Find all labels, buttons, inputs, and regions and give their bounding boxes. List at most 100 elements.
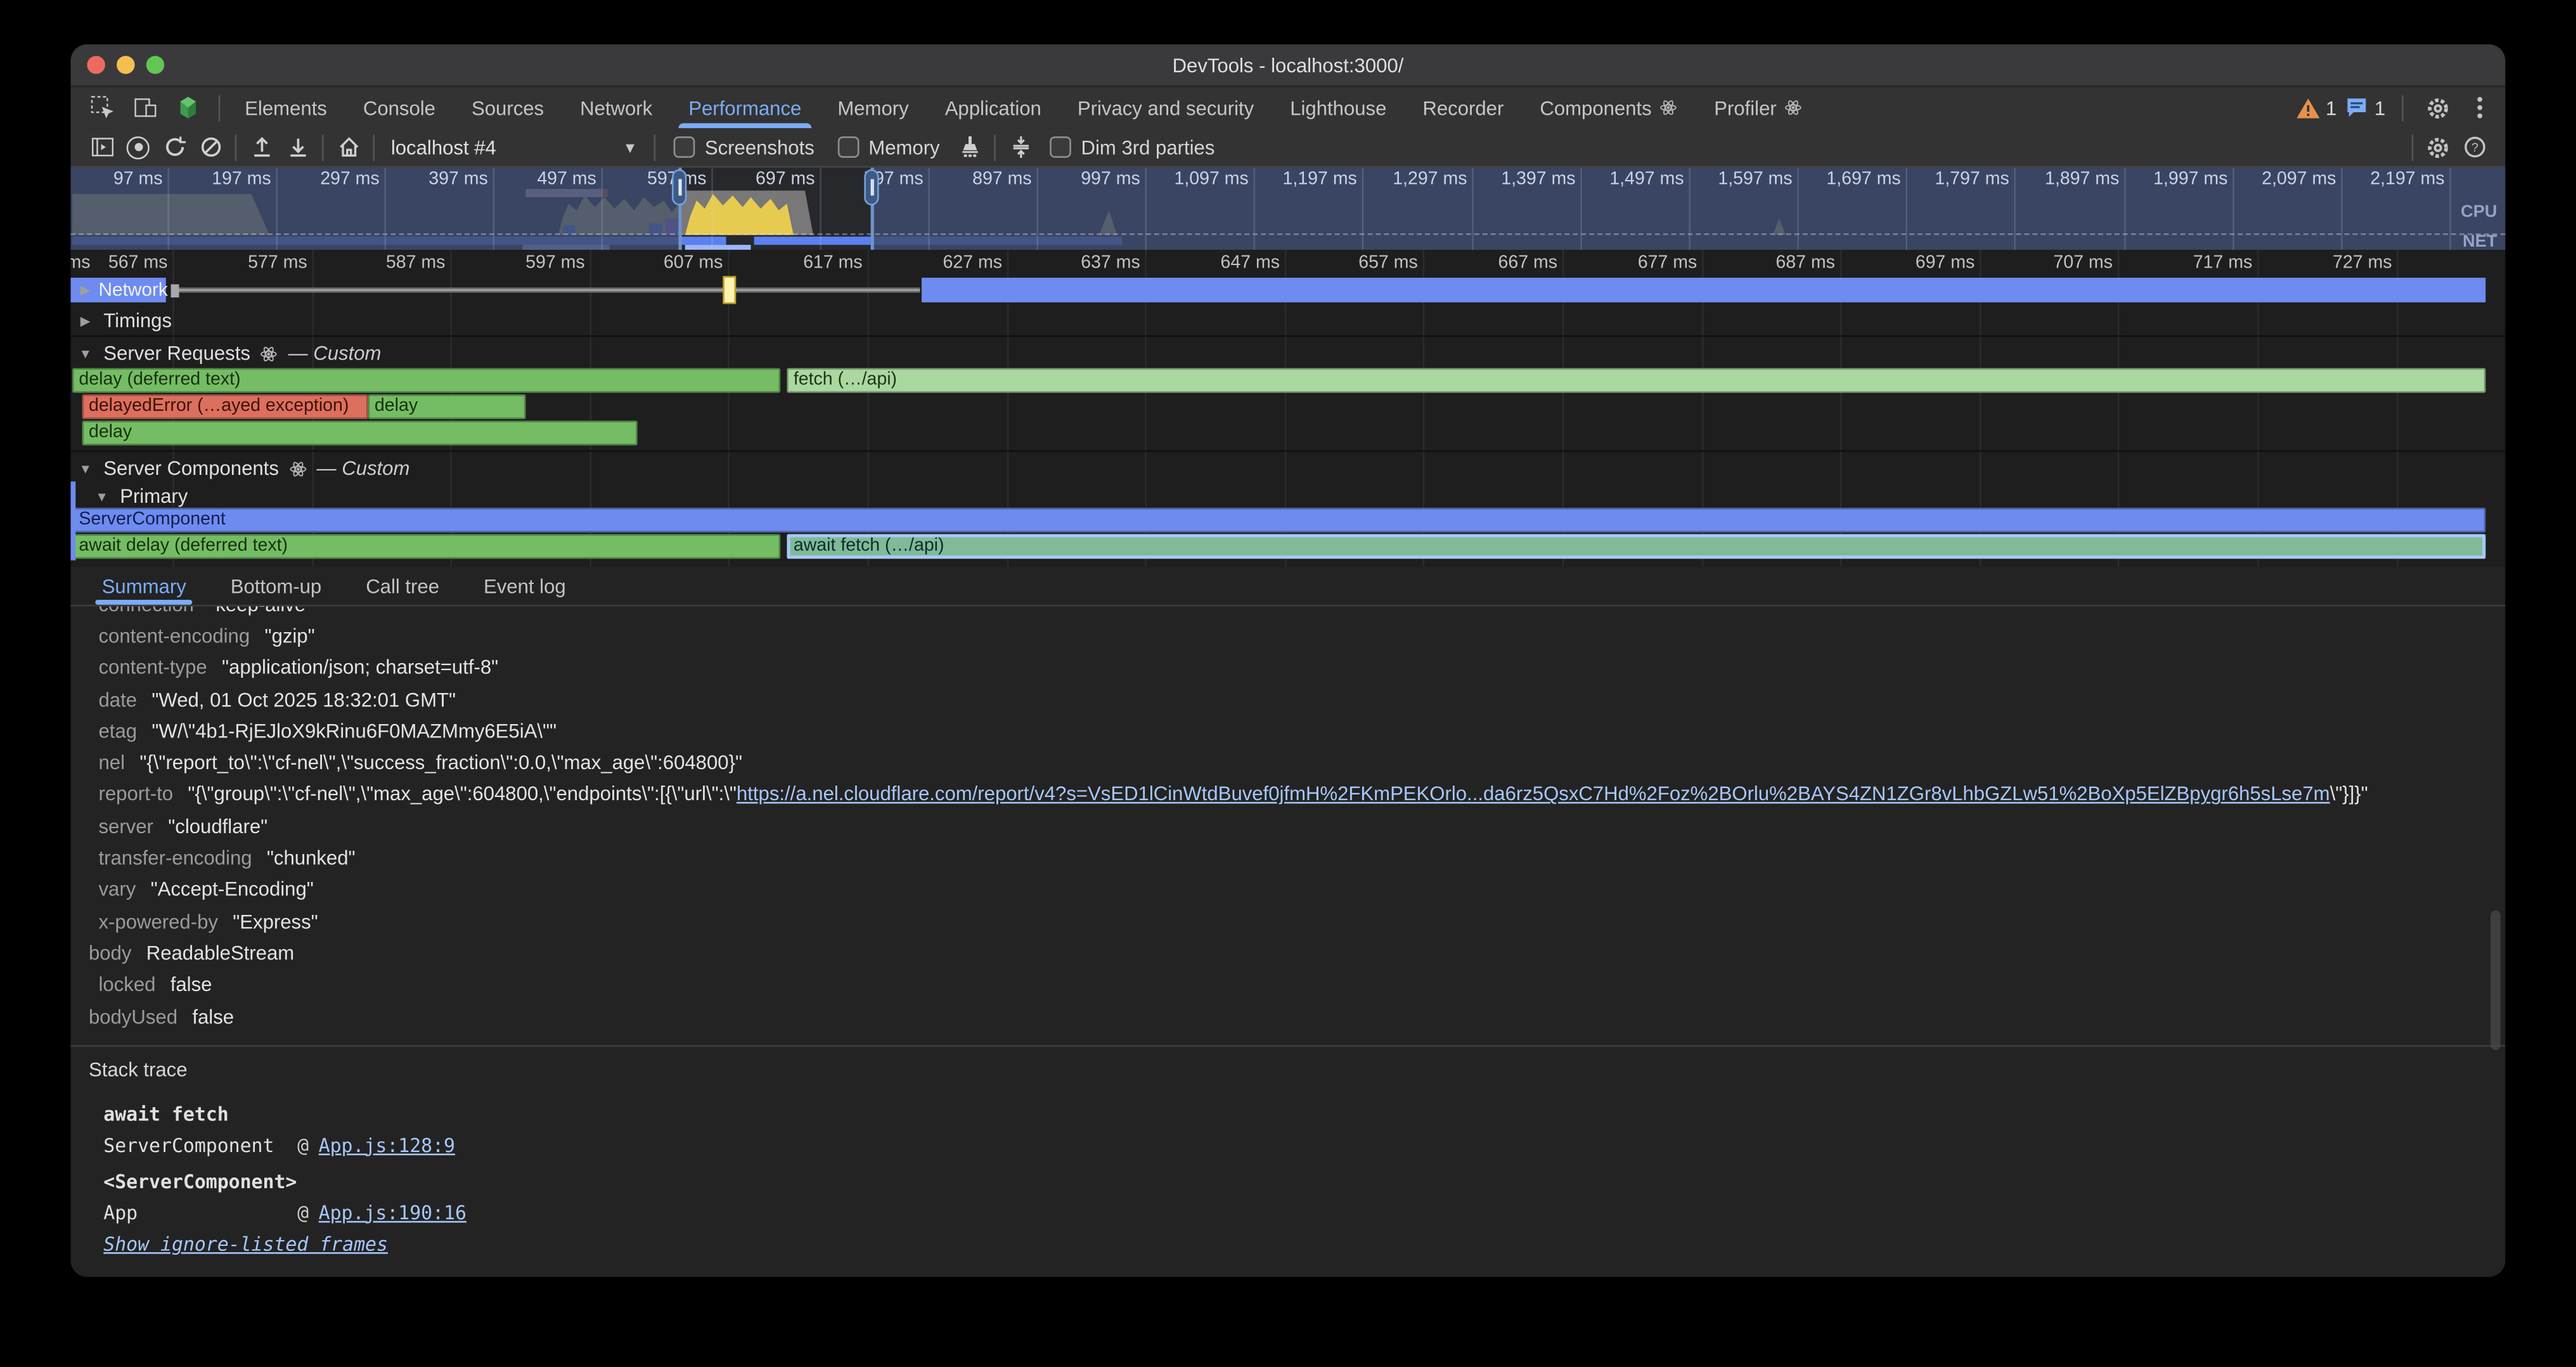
scrollbar-thumb[interactable] xyxy=(2490,910,2501,1050)
disclosure-triangle-icon[interactable]: ▼ xyxy=(94,489,110,503)
property-row: vary"Accept-Encoding" xyxy=(70,874,2505,905)
server-requests-track-header[interactable]: ▼ Server Requests — Custom xyxy=(70,340,2505,366)
divider xyxy=(2412,134,2414,160)
flame-event-bar[interactable]: ServerComponent xyxy=(72,508,2485,533)
tab-console[interactable]: Console xyxy=(345,87,453,128)
tab-lighthouse[interactable]: Lighthouse xyxy=(1272,87,1405,128)
flame-event-bar[interactable]: fetch (…/api) xyxy=(787,368,2485,393)
device-toolbar-icon[interactable] xyxy=(127,91,163,124)
tab-call-tree[interactable]: Call tree xyxy=(366,567,439,605)
property-row: lockedfalse xyxy=(70,969,2505,1001)
tab-event-log[interactable]: Event log xyxy=(484,567,566,605)
memory-checkbox[interactable]: Memory xyxy=(837,136,940,159)
request-queue-marker xyxy=(171,284,179,297)
tab-elements[interactable]: Elements xyxy=(227,87,345,128)
screenshots-checkbox[interactable]: Screenshots xyxy=(674,136,815,159)
checkbox-box xyxy=(1050,136,1071,158)
disclosure-triangle-icon[interactable]: ▼ xyxy=(77,461,94,476)
tab-application[interactable]: Application xyxy=(927,87,1059,128)
summary-content[interactable]: connection"keep-alive" content-encoding"… xyxy=(70,606,2505,1276)
clear-icon[interactable] xyxy=(192,131,228,164)
property-row: transfer-encoding"chunked" xyxy=(70,842,2505,874)
divider xyxy=(322,134,324,160)
inspect-element-icon[interactable] xyxy=(84,91,120,124)
extension-gem-icon[interactable] xyxy=(169,91,205,124)
collapse-chart-icon[interactable] xyxy=(1002,131,1038,164)
record-icon[interactable] xyxy=(120,131,156,164)
timeline-overview[interactable]: 97 ms 197 ms 297 ms 397 ms xyxy=(70,167,2505,250)
primary-group-header[interactable]: ▼ Primary xyxy=(70,483,2505,509)
divider xyxy=(235,134,237,160)
devtools-tabbar: Elements Console Sources Network Perform… xyxy=(70,87,2505,128)
stack-trace-title: Stack trace xyxy=(89,1057,2489,1083)
property-row: x-powered-by"Express" xyxy=(70,905,2505,937)
svg-text:?: ? xyxy=(2471,141,2478,155)
tab-bottom-up[interactable]: Bottom-up xyxy=(231,567,321,605)
tab-profiler[interactable]: Profiler xyxy=(1696,87,1821,128)
flame-event-bar[interactable]: delay xyxy=(82,421,638,446)
server-components-row-2: await delay (deferred text) await fetch … xyxy=(70,534,2485,559)
flame-chart[interactable]: ms 567 ms 577 ms 587 ms xyxy=(70,250,2505,567)
reload-and-record-icon[interactable] xyxy=(156,131,192,164)
server-requests-row-3: delay xyxy=(70,421,2485,446)
save-profile-icon[interactable] xyxy=(280,131,316,164)
tab-performance[interactable]: Performance xyxy=(671,87,820,128)
selection-handle-left[interactable] xyxy=(678,167,681,250)
react-atom-icon xyxy=(260,344,278,363)
home-icon[interactable] xyxy=(330,131,366,164)
property-row: connection"keep-alive" xyxy=(70,606,2505,620)
disclosure-triangle-icon[interactable]: ▼ xyxy=(77,346,94,361)
history-select[interactable]: localhost #4 ▼ xyxy=(381,136,647,159)
cpu-track-label: CPU xyxy=(2461,202,2497,222)
property-row: bodyReadableStream xyxy=(70,937,2505,969)
flame-event-bar[interactable]: await fetch (…/api) xyxy=(787,534,2485,559)
request-whisker xyxy=(179,288,920,293)
net-baseline xyxy=(70,233,2505,235)
property-row: date"Wed, 01 Oct 2025 18:32:01 GMT" xyxy=(70,684,2505,715)
more-options-icon[interactable] xyxy=(2466,91,2492,124)
devtools-window: DevTools - localhost:3000/ Elements Cons… xyxy=(70,44,2505,1277)
source-location-link[interactable]: App.js:128:9 xyxy=(319,1133,455,1156)
disclosure-triangle-icon[interactable]: ▶ xyxy=(77,283,94,297)
request-candle[interactable] xyxy=(723,276,736,304)
tab-sources[interactable]: Sources xyxy=(453,87,562,128)
show-ignore-listed-frames-link[interactable]: Show ignore-listed frames xyxy=(103,1233,388,1255)
network-request-bar[interactable] xyxy=(922,278,2485,302)
section-divider xyxy=(70,1045,2505,1047)
report-url-link[interactable]: https://a.nel.cloudflare.com/report/v4?s… xyxy=(737,783,2330,806)
tab-summary[interactable]: Summary xyxy=(102,567,186,605)
issues-badge[interactable]: 1 xyxy=(2347,96,2385,119)
toggle-panel-icon[interactable] xyxy=(84,131,120,164)
flame-event-bar[interactable]: delayedError (…ayed exception) xyxy=(82,394,368,419)
divider xyxy=(219,94,221,120)
tab-privacy-and-security[interactable]: Privacy and security xyxy=(1059,87,1272,128)
selection-handle-right[interactable] xyxy=(871,167,874,250)
warnings-badge[interactable]: 1 xyxy=(2296,96,2336,119)
react-atom-icon xyxy=(1660,99,1678,117)
details-pane: Summary Bottom-up Call tree Event log co… xyxy=(70,567,2505,1277)
source-location-link[interactable]: App.js:190:16 xyxy=(319,1200,467,1223)
timings-track-header[interactable]: ▶ Timings xyxy=(70,308,2505,334)
network-track-label[interactable]: ▶ Network xyxy=(77,276,168,304)
capture-settings-gear-icon[interactable] xyxy=(2420,131,2456,164)
flame-event-bar[interactable]: delay (deferred text) xyxy=(72,368,780,393)
server-components-track-header[interactable]: ▼ Server Components — Custom xyxy=(70,455,2505,481)
message-bubble-icon xyxy=(2347,97,2368,119)
divider xyxy=(994,134,996,160)
track-divider xyxy=(70,335,2505,337)
tab-network[interactable]: Network xyxy=(562,87,671,128)
load-profile-icon[interactable] xyxy=(243,131,280,164)
flame-event-bar[interactable]: delay xyxy=(368,394,526,419)
disclosure-triangle-icon[interactable]: ▶ xyxy=(77,313,94,328)
tab-memory[interactable]: Memory xyxy=(820,87,927,128)
help-icon[interactable]: ? xyxy=(2456,131,2492,164)
tab-recorder[interactable]: Recorder xyxy=(1405,87,1522,128)
property-row: nel"{\"report_to\":\"cf-nel\",\"success_… xyxy=(70,747,2505,779)
network-track[interactable]: ▶ Network xyxy=(70,276,2485,304)
collect-garbage-icon[interactable] xyxy=(951,131,988,164)
titlebar: DevTools - localhost:3000/ xyxy=(70,44,2505,87)
flame-event-bar[interactable]: await delay (deferred text) xyxy=(72,534,780,559)
dim-3rd-parties-checkbox[interactable]: Dim 3rd parties xyxy=(1050,136,1214,159)
settings-gear-icon[interactable] xyxy=(2420,91,2456,124)
tab-components[interactable]: Components xyxy=(1522,87,1696,128)
